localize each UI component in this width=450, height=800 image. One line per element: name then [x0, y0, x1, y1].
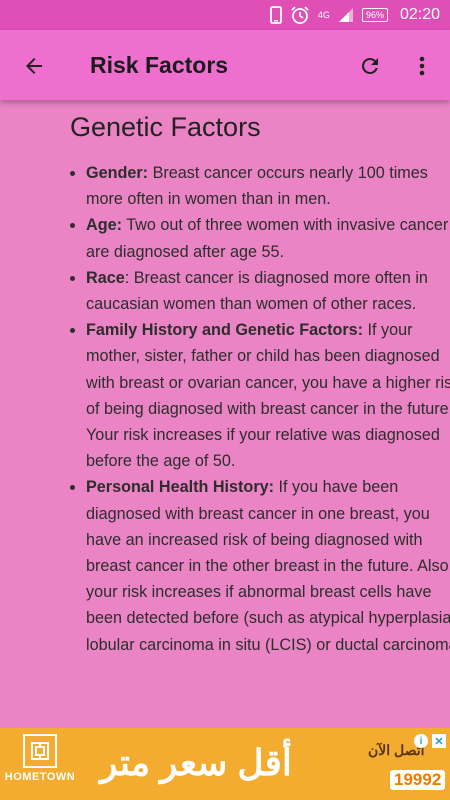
factor-name: Gender:: [86, 164, 149, 182]
factor-text: If your mother, sister, father or child …: [86, 321, 450, 471]
ad-info-icon[interactable]: i: [414, 734, 428, 748]
refresh-button[interactable]: [354, 50, 386, 82]
ad-contact: اتصل الآن 19992: [350, 742, 446, 796]
battery-level: 96%: [361, 8, 388, 22]
ad-logo: HOMETOWN: [4, 734, 76, 794]
factor-text: If you have been diagnosed with breast c…: [86, 478, 450, 654]
list-item: Age: Two out of three women with invasiv…: [86, 212, 450, 264]
ad-headline: أقل سعر متر: [100, 742, 292, 783]
alarm-icon: [290, 5, 310, 25]
factor-name: Age:: [86, 216, 122, 235]
ad-brand: HOMETOWN: [4, 771, 76, 783]
ad-phone: 19992: [390, 770, 446, 790]
back-button[interactable]: [18, 50, 50, 82]
app-bar: Risk Factors: [0, 30, 450, 100]
factor-list: Gender: Breast cancer occurs nearly 100 …: [68, 160, 450, 658]
phone-icon: [270, 6, 282, 24]
list-item: Personal Health History: If you have bee…: [86, 474, 450, 657]
section-title: Genetic Factors: [70, 112, 261, 142]
status-time: 02:20: [399, 6, 440, 23]
signal-icon: [338, 7, 354, 23]
factor-name: Race: [86, 268, 125, 287]
more-options-button[interactable]: [408, 50, 436, 82]
more-vert-icon: [419, 56, 425, 76]
list-item: Gender: Breast cancer occurs nearly 100 …: [86, 160, 450, 212]
factor-text: Two out of three women with invasive can…: [86, 216, 449, 261]
ad-banner[interactable]: HOMETOWN أقل سعر متر اتصل الآن 19992 i ✕: [0, 728, 450, 800]
ad-close-icon[interactable]: ✕: [432, 734, 446, 748]
refresh-icon: [362, 57, 378, 74]
arrow-back-icon: [26, 58, 42, 74]
status-bar: 4G 96% 02:20: [0, 0, 450, 30]
hometown-logo-icon: [23, 734, 57, 768]
content-area[interactable]: Genetic Factors Gender: Breast cancer oc…: [0, 100, 450, 728]
factor-name: Personal Health History:: [86, 478, 275, 497]
list-item: Family History and Genetic Factors: If y…: [86, 317, 450, 474]
factor-name: Family History and Genetic Factors:: [86, 321, 364, 340]
list-item: Race: Breast cancer is diagnosed more of…: [86, 265, 450, 317]
page-title: Risk Factors: [90, 52, 229, 78]
network-4g-icon: 4G: [317, 9, 330, 20]
factor-text: : Breast cancer is diagnosed more often …: [86, 268, 428, 314]
battery-icon: 96%: [361, 8, 388, 22]
